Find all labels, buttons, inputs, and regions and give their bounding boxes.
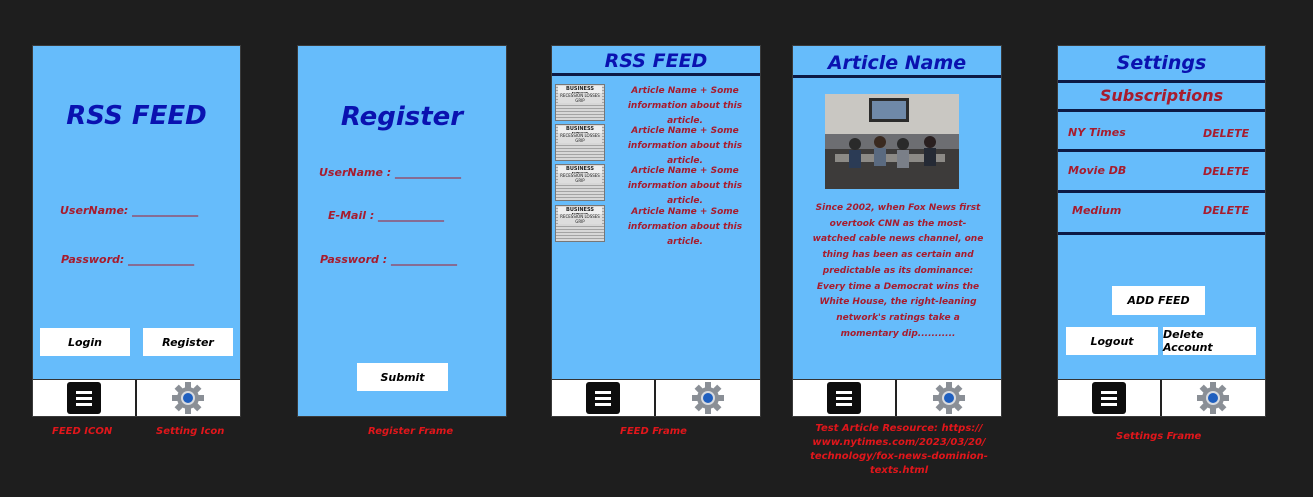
menu-icon[interactable] [586,382,620,414]
register-email-field[interactable]: E-Mail : ____________ [328,209,444,222]
feed-item[interactable]: BUSINESS NEWS RECESSION LOSSES GRIP Arti… [555,84,760,126]
feed-item-text: Article Name + Some information about th… [627,166,743,206]
submit-button[interactable]: Submit [357,363,448,391]
logout-button[interactable]: Logout [1066,327,1158,355]
article-image [825,94,959,189]
settings-title: Settings [1116,52,1207,74]
bottom-nav [793,379,1001,416]
setting-icon-caption: Setting Icon [156,426,225,437]
menu-icon[interactable] [827,382,861,414]
article-frame: Article Name Since 2002, when Fox News f… [792,45,1002,417]
settings-frame-caption: Settings Frame [1116,431,1202,442]
header-divider [552,73,760,76]
feed-item-text: Article Name + Some information about th… [627,86,743,126]
login-frame: RSS FEED UserName: ____________ Password… [32,45,241,417]
thumbnail-subhead: RECESSION LOSSES GRIP [558,173,602,183]
feed-item[interactable]: BUSINESS NEWS RECESSION LOSSES GRIP Arti… [555,124,760,166]
thumbnail-subhead: RECESSION LOSSES GRIP [558,133,602,143]
settings-nav-button[interactable] [897,380,1001,416]
register-title: Register [340,102,464,132]
feed-item-text: Article Name + Some information about th… [627,126,743,166]
register-frame-caption: Register Frame [368,426,454,437]
feed-item[interactable]: BUSINESS NEWS RECESSION LOSSES GRIP Arti… [555,164,760,206]
delete-subscription-button[interactable]: DELETE [1203,127,1249,140]
thumbnail-subhead: RECESSION LOSSES GRIP [558,214,602,224]
article-thumbnail: BUSINESS NEWS RECESSION LOSSES GRIP [555,205,605,242]
bottom-nav [1058,379,1265,416]
menu-icon[interactable] [1091,382,1126,414]
gear-icon[interactable] [171,381,205,415]
feed-item[interactable]: BUSINESS NEWS RECESSION LOSSES GRIP Arti… [555,205,760,247]
article-body: Since 2002, when Fox News first overtook… [812,203,984,339]
feed-frame: RSS FEED BUSINESS NEWS RECESSION LOSSES … [551,45,761,417]
register-password-field[interactable]: Password : ____________ [320,253,457,266]
settings-frame: Settings Subscriptions NY Times DELETE M… [1057,45,1266,417]
row-divider [1058,232,1265,235]
header-divider [1058,80,1265,83]
bottom-nav [552,379,760,416]
settings-nav-button[interactable] [656,380,760,416]
article-thumbnail: BUSINESS NEWS RECESSION LOSSES GRIP [555,84,605,121]
subscription-row: NY Times DELETE [1058,114,1265,152]
subscriptions-divider [1058,109,1265,112]
delete-account-button[interactable]: Delete Account [1163,327,1256,355]
subscription-row: Medium DELETE [1058,193,1265,231]
password-field[interactable]: Password: ____________ [61,253,194,266]
feed-nav-button[interactable] [793,380,897,416]
article-thumbnail: BUSINESS NEWS RECESSION LOSSES GRIP [555,124,605,161]
register-username-field[interactable]: UserName : ____________ [319,166,461,179]
delete-subscription-button[interactable]: DELETE [1203,165,1249,178]
header-divider [793,75,1001,78]
thumbnail-subhead: RECESSION LOSSES GRIP [558,93,602,103]
article-title: Article Name [827,52,967,74]
settings-nav-button[interactable] [1162,380,1266,416]
article-resource-caption: Test Article Resource: https:// www.nyti… [810,423,988,476]
username-field[interactable]: UserName: ____________ [60,204,198,217]
feed-nav-button[interactable] [1058,380,1162,416]
feed-frame-caption: FEED Frame [620,426,687,437]
subscription-name: NY Times [1068,126,1126,139]
article-thumbnail: BUSINESS NEWS RECESSION LOSSES GRIP [555,164,605,201]
subscription-name: Medium [1072,204,1122,217]
menu-icon[interactable] [66,382,101,414]
feed-icon-caption: FEED ICON [52,426,113,437]
feed-item-text: Article Name + Some information about th… [627,207,743,247]
subscription-name: Movie DB [1068,164,1127,177]
feed-title: RSS FEED [604,50,708,72]
feed-nav-button[interactable] [33,380,137,416]
bottom-nav [33,379,240,416]
gear-icon[interactable] [691,381,725,415]
add-feed-button[interactable]: ADD FEED [1112,286,1205,315]
register-frame: Register UserName : ____________ E-Mail … [297,45,507,417]
subscription-row: Movie DB DELETE [1058,152,1265,190]
subscriptions-heading: Subscriptions [1099,86,1224,105]
login-button[interactable]: Login [40,328,130,356]
gear-icon[interactable] [1196,381,1230,415]
register-button[interactable]: Register [143,328,233,356]
gear-icon[interactable] [932,381,966,415]
settings-nav-button[interactable] [137,380,241,416]
delete-subscription-button[interactable]: DELETE [1203,204,1249,217]
login-title: RSS FEED [66,101,207,131]
feed-nav-button[interactable] [552,380,656,416]
